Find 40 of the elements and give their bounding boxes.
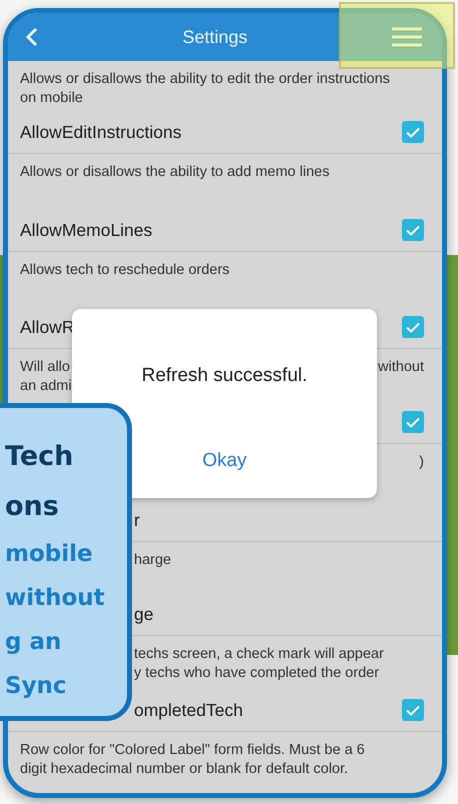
setting-description: Allows or disallows the ability to edit the order instructions [20,70,390,86]
setting-name: AllowMemoLines [20,220,152,240]
setting-name: AllowEditInstructions [20,122,182,142]
callout-title: Tech [5,440,74,474]
checkmark-icon [406,126,420,138]
callout-title: ons [5,490,60,524]
setting-description: Allows tech to reschedule orders [20,262,230,278]
checkbox[interactable] [402,411,424,433]
setting-description: digit hexadecimal number or blank for default color. [20,760,348,776]
setting-description: on mobile [20,90,83,106]
checkbox[interactable] [402,699,424,721]
setting-description: Row color for "Colored Label" form fields. Must be a 6 [20,742,365,758]
checkmark-icon [406,704,420,716]
callout-text: g an [5,628,62,657]
checkbox[interactable] [402,121,424,143]
callout-text: without [5,584,106,613]
header-title: Settings [182,26,248,48]
setting-description: Allows or disallows the ability to add memo lines [20,164,330,180]
setting-description: an admi [20,378,72,394]
setting-name: ompletedTech [134,700,243,720]
checkbox[interactable] [402,316,424,338]
checkbox[interactable] [402,219,424,241]
setting-description: without [378,358,424,374]
setting-description: y techs who have completed the order [134,664,380,680]
okay-button[interactable]: Okay [190,446,259,476]
setting-description: ) [419,454,424,470]
callout-text: mobile [5,540,94,569]
checkmark-icon [406,416,420,428]
back-icon[interactable] [26,27,38,47]
setting-description: Will allo [20,358,70,374]
menu-icon[interactable] [392,27,422,47]
checkmark-icon [406,224,420,236]
setting-name: r [134,510,140,530]
setting-description: harge [134,552,172,568]
callout-text: Sync [5,672,68,701]
setting-name: ge [134,604,154,624]
dialog-message: Refresh successful. [142,365,308,387]
setting-description: techs screen, a check mark will appear [134,646,384,662]
setting-name: AllowR [20,316,74,338]
checkmark-icon [406,322,420,332]
